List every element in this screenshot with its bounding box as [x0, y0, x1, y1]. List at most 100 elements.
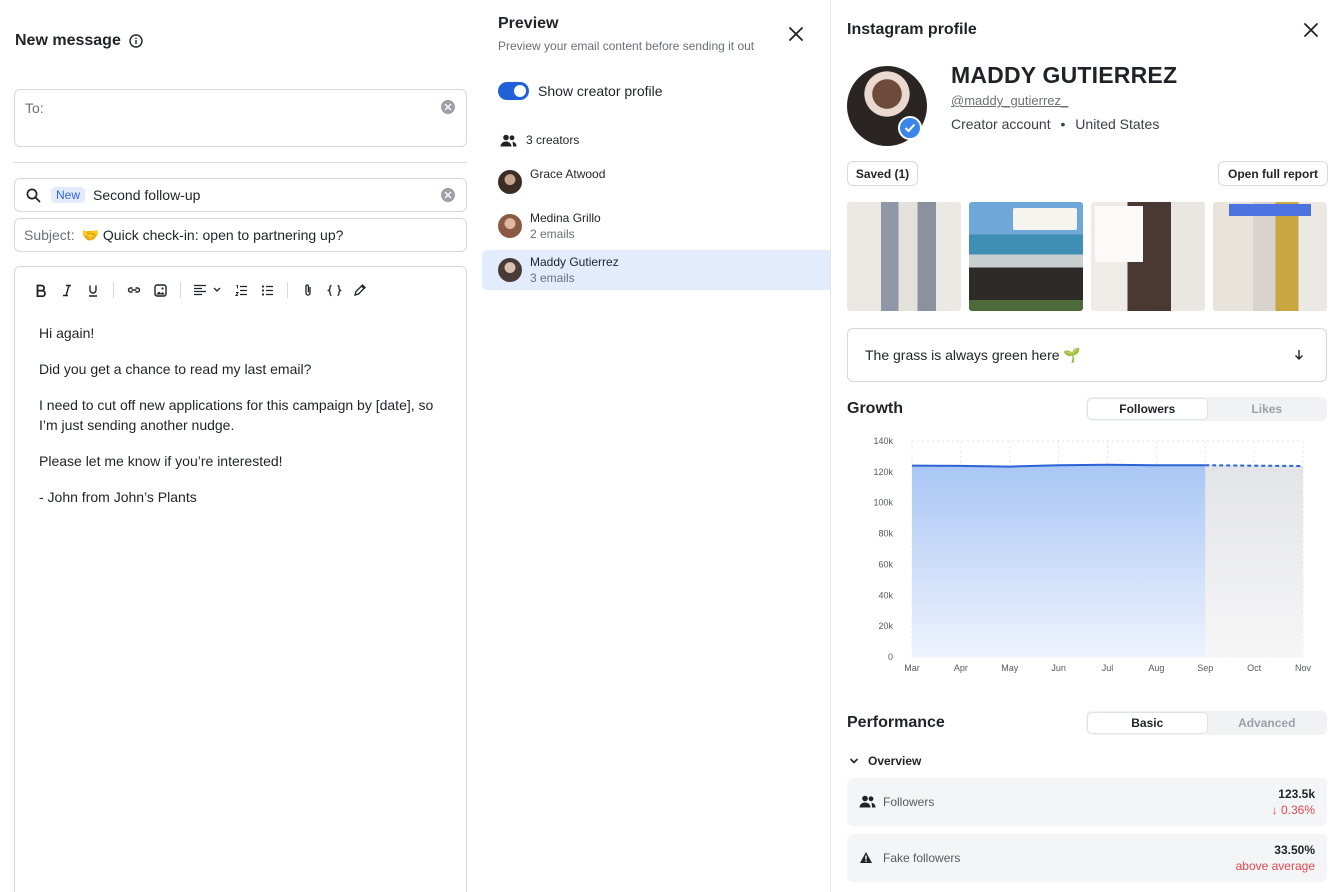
post-thumbnail[interactable] [1213, 202, 1327, 311]
profile-title: Instagram profile [847, 21, 977, 38]
toolbar-separator [287, 282, 288, 298]
creator-profile-toggle[interactable] [498, 82, 529, 100]
toolbar-separator [180, 282, 181, 298]
overview-toggle[interactable]: Overview [849, 754, 921, 768]
underline-icon[interactable] [85, 282, 101, 298]
y-tick-label: 40k [878, 590, 893, 600]
body-line: Did you get a chance to read my last ema… [39, 361, 312, 377]
followers-area [912, 464, 1206, 657]
creator-name: Grace Atwood [530, 167, 606, 181]
x-tick-label: Apr [954, 663, 968, 673]
bold-icon[interactable] [33, 282, 49, 298]
avatar [498, 170, 522, 194]
creator-item[interactable]: Medina Grillo 2 emails [482, 206, 830, 246]
divider [14, 162, 467, 163]
creator-email-count: 2 emails [530, 227, 575, 241]
profile-name: MADDY GUTIERREZ [951, 62, 1178, 88]
numbered-list-icon[interactable] [233, 282, 249, 298]
metric-label: Followers [883, 795, 935, 809]
preview-panel: Preview Preview your email content befor… [482, 0, 830, 892]
creator-item[interactable]: Grace Atwood [482, 162, 830, 202]
clear-template-icon[interactable] [441, 188, 455, 202]
editor-toolbar [33, 281, 368, 299]
chevron-down-icon [849, 757, 859, 765]
post-thumbnail[interactable] [847, 202, 961, 311]
info-icon[interactable] [129, 34, 143, 48]
tab-likes[interactable]: Likes [1208, 398, 1327, 420]
link-icon[interactable] [126, 282, 142, 298]
tab-advanced[interactable]: Advanced [1208, 712, 1327, 734]
x-tick-label: Oct [1247, 663, 1262, 673]
creator-profile-toggle-row: Show creator profile [498, 82, 663, 100]
bullet-list-icon[interactable] [259, 282, 275, 298]
creator-email-count: 3 emails [530, 271, 575, 285]
clear-to-icon[interactable] [441, 100, 455, 114]
image-icon[interactable] [152, 282, 168, 298]
close-icon[interactable] [1303, 22, 1319, 38]
profile-meta: Creator account • United States [951, 116, 1159, 132]
creators-count: 3 creators [526, 133, 580, 147]
y-tick-label: 120k [873, 467, 893, 477]
italic-icon[interactable] [59, 282, 75, 298]
template-search-field[interactable]: New Second follow-up [14, 178, 467, 212]
message-body: Hi again! Did you get a chance to read m… [39, 323, 439, 523]
toggle-label: Show creator profile [538, 83, 663, 99]
profile-bio[interactable]: The grass is always green here 🌱 [847, 328, 1327, 382]
attachment-icon[interactable] [300, 282, 316, 298]
creators-header: 3 creators [500, 133, 579, 147]
performance-tabs: Basic Advanced [1086, 711, 1327, 735]
open-full-report-button[interactable]: Open full report [1218, 161, 1328, 186]
x-tick-label: May [1001, 663, 1019, 673]
metric-label: Fake followers [883, 851, 961, 865]
post-thumbnail[interactable] [1091, 202, 1205, 311]
align-icon[interactable] [193, 282, 223, 298]
arrow-down-icon [1294, 349, 1304, 361]
x-tick-label: Mar [904, 663, 920, 673]
body-line: Hi again! [39, 325, 95, 341]
y-tick-label: 140k [873, 436, 893, 446]
users-icon [500, 134, 517, 147]
account-type: Creator account [951, 116, 1051, 132]
x-tick-label: Jul [1102, 663, 1114, 673]
profile-handle-link[interactable]: @maddy_gutierrez_ [951, 93, 1068, 108]
x-tick-label: Sep [1197, 663, 1213, 673]
to-field[interactable]: To: [14, 89, 467, 147]
metric-followers: Followers 123.5k ↓ 0.36% [847, 778, 1327, 826]
users-icon [859, 795, 876, 808]
search-icon [26, 188, 41, 203]
toolbar-separator [113, 282, 114, 298]
overview-label: Overview [868, 754, 922, 768]
body-line: - John from John’s Plants [39, 489, 197, 505]
composer-header: New message [15, 32, 143, 50]
body-line: Please let me know if you’re interested! [39, 453, 283, 469]
tab-basic[interactable]: Basic [1087, 712, 1208, 734]
message-editor[interactable]: Hi again! Did you get a chance to read m… [14, 266, 467, 892]
subject-field[interactable]: Subject: 🤝 Quick check-in: open to partn… [14, 218, 467, 252]
y-tick-label: 0 [888, 652, 893, 662]
verified-badge-icon [898, 116, 922, 140]
avatar [498, 258, 522, 282]
growth-title: Growth [847, 400, 903, 417]
meta-separator: • [1060, 116, 1066, 132]
y-tick-label: 100k [873, 498, 893, 508]
subject-label: Subject: [24, 227, 75, 243]
profile-country: United States [1075, 116, 1160, 132]
subject-value: 🤝 Quick check-in: open to partnering up? [81, 226, 344, 243]
close-icon[interactable] [788, 26, 804, 42]
metric-fake-followers: Fake followers 33.50% above average [847, 834, 1327, 882]
avatar [498, 214, 522, 238]
post-thumbnail[interactable] [969, 202, 1083, 311]
creator-name: Maddy Gutierrez [530, 255, 619, 269]
metric-change: ↓ 0.36% [1271, 803, 1315, 817]
saved-button[interactable]: Saved (1) [847, 161, 918, 186]
warning-icon [859, 851, 873, 864]
metric-value: 123.5k [1278, 787, 1315, 801]
creator-item-selected[interactable]: Maddy Gutierrez 3 emails [482, 250, 830, 290]
tab-followers[interactable]: Followers [1087, 398, 1208, 420]
code-icon[interactable] [326, 282, 342, 298]
signature-icon[interactable] [352, 282, 368, 298]
post-thumbnails [847, 202, 1327, 311]
creator-name: Medina Grillo [530, 211, 601, 225]
metric-value: 33.50% [1274, 843, 1315, 857]
growth-tabs: Followers Likes [1086, 397, 1327, 421]
